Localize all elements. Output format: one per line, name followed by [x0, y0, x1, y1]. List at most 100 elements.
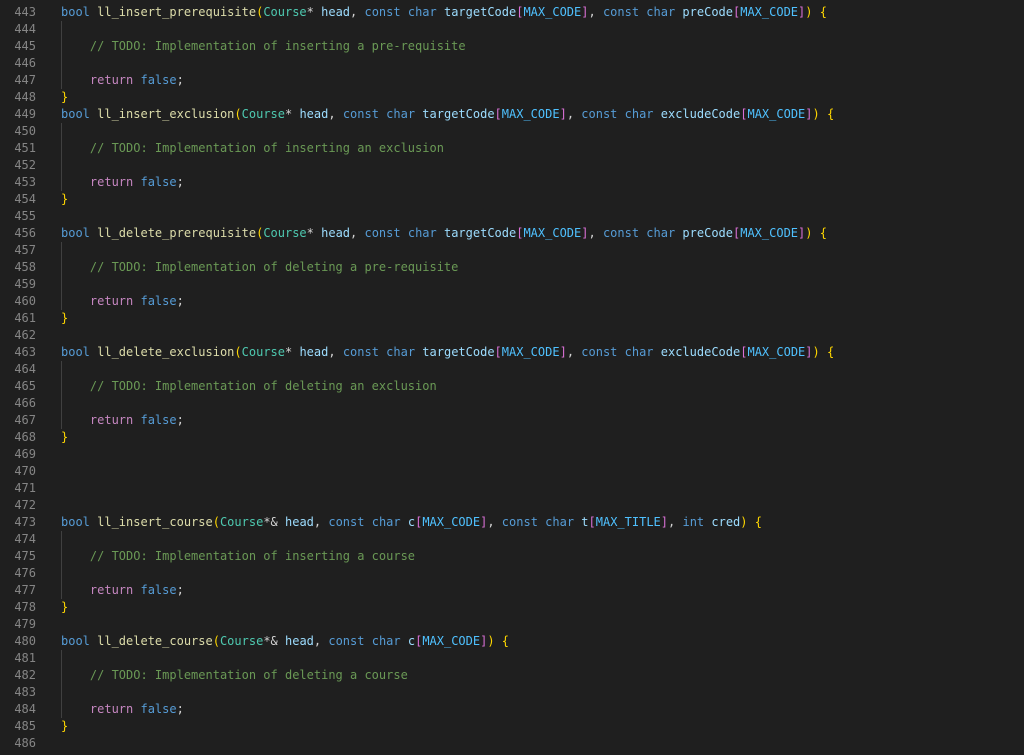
code-line[interactable]: 468}: [0, 429, 1024, 446]
code-token: targetCode: [443, 226, 517, 240]
code-line[interactable]: 453 return false;: [0, 174, 1024, 191]
code-text: }: [61, 310, 68, 327]
line-number: 450: [14, 124, 36, 138]
code-line[interactable]: 451 // TODO: Implementation of inserting…: [0, 140, 1024, 157]
code-token: // TODO: Implementation of deleting a pr…: [89, 260, 459, 274]
code-token: false: [140, 702, 177, 716]
code-token: Course: [219, 634, 264, 648]
code-token: char: [386, 345, 423, 359]
code-line[interactable]: 450: [0, 123, 1024, 140]
code-token: ): [812, 107, 827, 121]
code-line[interactable]: 444: [0, 21, 1024, 38]
code-line[interactable]: 467 return false;: [0, 412, 1024, 429]
code-token: return: [89, 413, 141, 427]
code-line[interactable]: 482 // TODO: Implementation of deleting …: [0, 667, 1024, 684]
line-number: 443: [14, 5, 36, 19]
code-line[interactable]: 472: [0, 497, 1024, 514]
code-line[interactable]: 466: [0, 395, 1024, 412]
code-line[interactable]: 463 bool ll_delete_exclusion(Course* head…: [0, 344, 1024, 361]
code-token: ]: [559, 107, 567, 121]
code-text: }: [61, 429, 68, 446]
code-line[interactable]: 477 return false;: [0, 582, 1024, 599]
code-token: MAX_CODE: [501, 345, 560, 359]
code-token: ]: [559, 345, 567, 359]
line-number: 462: [14, 328, 36, 342]
code-line[interactable]: 448}: [0, 89, 1024, 106]
line-number: 463: [14, 345, 36, 359]
code-line[interactable]: 485}: [0, 718, 1024, 735]
code-token: ,: [566, 345, 582, 359]
code-line[interactable]: 457: [0, 242, 1024, 259]
code-token: }: [61, 719, 69, 733]
code-token: const: [581, 345, 625, 359]
code-line[interactable]: 454}: [0, 191, 1024, 208]
code-token: const: [328, 515, 372, 529]
code-line[interactable]: 484 return false;: [0, 701, 1024, 718]
code-token: ,: [328, 345, 343, 359]
code-token: MAX_TITLE: [595, 515, 661, 529]
code-text: bool ll_delete_exclusion(Course* head, c…: [61, 344, 834, 361]
code-line[interactable]: 456 bool ll_delete_prerequisite(Course* h…: [0, 225, 1024, 242]
line-number: 445: [14, 39, 36, 53]
line-number: 459: [14, 277, 36, 291]
code-token: false: [140, 413, 177, 427]
line-number: 475: [14, 549, 36, 563]
code-line[interactable]: 474: [0, 531, 1024, 548]
code-token: ll_delete_course: [97, 634, 213, 648]
line-number: 481: [14, 651, 36, 665]
code-token: ): [812, 345, 827, 359]
code-line[interactable]: 447 return false;: [0, 72, 1024, 89]
code-token: // TODO: Implementation of deleting an e…: [89, 379, 437, 393]
line-number: 448: [14, 90, 36, 104]
code-token: [: [494, 107, 502, 121]
code-line[interactable]: 446: [0, 55, 1024, 72]
code-line[interactable]: 443 bool ll_insert_prerequisite(Course* h…: [0, 4, 1024, 21]
code-line[interactable]: 460 return false;: [0, 293, 1024, 310]
code-line[interactable]: 455: [0, 208, 1024, 225]
indent-guide: [61, 242, 62, 310]
code-line[interactable]: 462: [0, 327, 1024, 344]
code-line[interactable]: 465 // TODO: Implementation of deleting …: [0, 378, 1024, 395]
code-line[interactable]: 458 // TODO: Implementation of deleting …: [0, 259, 1024, 276]
code-token: MAX_CODE: [523, 5, 582, 19]
code-line[interactable]: 469: [0, 446, 1024, 463]
code-line[interactable]: 470: [0, 463, 1024, 480]
code-text: }: [61, 599, 68, 616]
code-line[interactable]: 486: [0, 735, 1024, 752]
code-line[interactable]: 452: [0, 157, 1024, 174]
code-token: *: [306, 226, 322, 240]
code-token: ,: [313, 515, 329, 529]
line-number: 476: [14, 566, 36, 580]
code-token: targetCode: [443, 5, 517, 19]
indent-guide: [61, 650, 62, 718]
code-line[interactable]: 445 // TODO: Implementation of inserting…: [0, 38, 1024, 55]
line-number: 470: [14, 464, 36, 478]
code-line[interactable]: 478}: [0, 599, 1024, 616]
code-line[interactable]: 473 bool ll_insert_course(Course*& head, …: [0, 514, 1024, 531]
line-number: 457: [14, 243, 36, 257]
code-line[interactable]: 464: [0, 361, 1024, 378]
code-editor[interactable]: 443 bool ll_insert_prerequisite(Course* h…: [0, 0, 1024, 755]
code-token: bool: [61, 107, 98, 121]
code-line[interactable]: 479: [0, 616, 1024, 633]
code-text: }: [61, 191, 68, 208]
code-token: char: [407, 226, 444, 240]
code-line[interactable]: 461}: [0, 310, 1024, 327]
code-line[interactable]: 449 bool ll_insert_exclusion(Course* head…: [0, 106, 1024, 123]
code-line[interactable]: 476: [0, 565, 1024, 582]
code-token: ): [740, 515, 755, 529]
code-token: }: [61, 430, 69, 444]
code-token: return: [89, 294, 141, 308]
code-line[interactable]: 483: [0, 684, 1024, 701]
code-line[interactable]: 480 bool ll_delete_course(Course*& head, …: [0, 633, 1024, 650]
code-line[interactable]: 471: [0, 480, 1024, 497]
code-line[interactable]: 475 // TODO: Implementation of inserting…: [0, 548, 1024, 565]
code-line[interactable]: 459: [0, 276, 1024, 293]
line-number: 458: [14, 260, 36, 274]
code-token: const: [364, 226, 408, 240]
code-token: ll_insert_exclusion: [97, 107, 235, 121]
code-text: return false;: [61, 174, 184, 191]
code-line[interactable]: 481: [0, 650, 1024, 667]
